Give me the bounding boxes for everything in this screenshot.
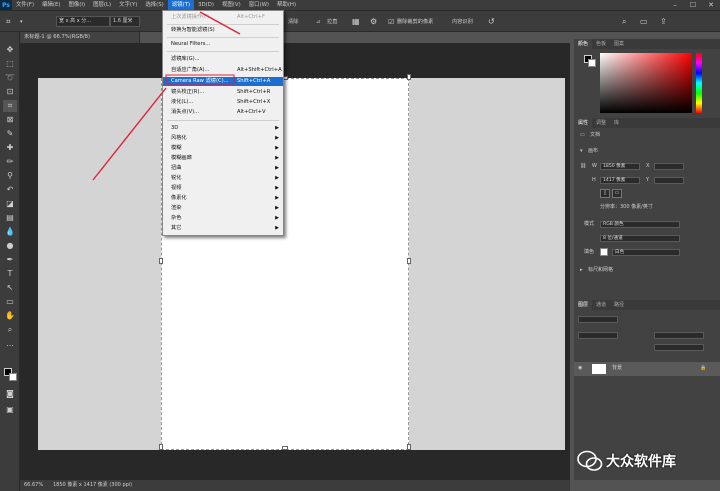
watermark: 大众软件库: [575, 445, 720, 481]
annotation-arrows: [92, 11, 241, 181]
annotation-highlight-box: [165, 74, 235, 85]
annotation-arrow-camera-raw: [92, 87, 167, 181]
wechat-icon: [577, 450, 603, 471]
annotation-arrow-filter-menu: [199, 11, 241, 35]
watermark-text: 大众软件库: [606, 454, 676, 470]
